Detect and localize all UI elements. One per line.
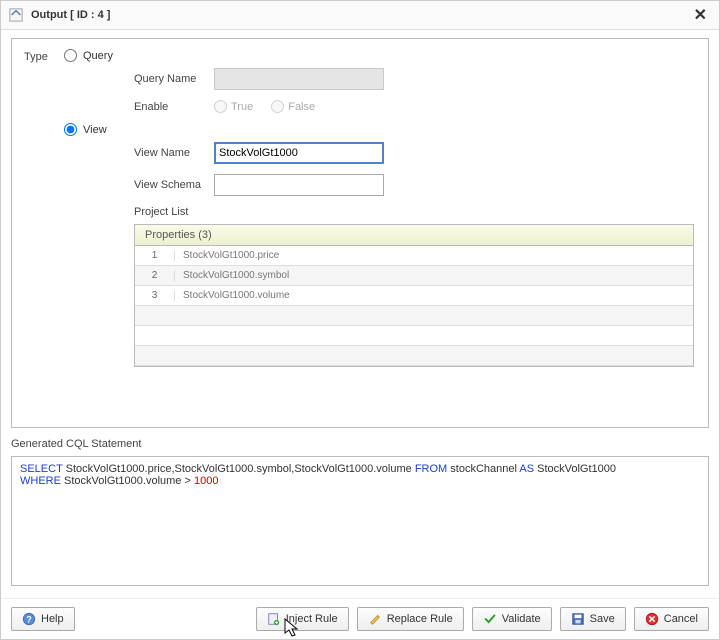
generated-label: Generated CQL Statement [11,438,709,450]
footer: ? Help Inject Rule Replace Rule Validate [1,598,719,639]
type-label: Type [24,49,64,63]
radio-enable-true [214,100,227,113]
view-name-label: View Name [134,147,214,159]
query-name-label: Query Name [134,73,214,85]
view-schema-input[interactable] [214,174,384,196]
titlebar: Output [ ID : 4 ] ✕ [1,1,719,30]
svg-text:?: ? [26,615,31,625]
view-schema-label: View Schema [134,179,214,191]
grid-header: Properties (3) [135,225,693,246]
query-name-input [214,68,384,90]
replace-icon [368,612,382,626]
validate-icon [483,612,497,626]
table-row[interactable]: 3StockVolGt1000.volume [135,286,693,306]
content-area: Type Query Query Name Enable [1,30,719,598]
cancel-button[interactable]: Cancel [634,607,709,631]
output-dialog: Output [ ID : 4 ] ✕ Type Query Query Nam… [0,0,720,640]
project-list-grid: Properties (3) 1StockVolGt1000.price2Sto… [134,224,694,367]
radio-query[interactable] [64,49,77,62]
query-fields: Query Name Enable True False [134,68,696,113]
type-panel: Type Query Query Name Enable [11,38,709,428]
project-list-label: Project List [134,206,696,218]
table-row [135,326,693,346]
view-name-input[interactable] [214,142,384,164]
radio-view-label: View [83,124,107,136]
home-icon[interactable] [9,7,25,23]
inject-icon [267,612,281,626]
radio-enable-false [271,100,284,113]
close-button[interactable]: ✕ [690,5,711,25]
enable-false: False [271,100,315,113]
enable-label: Enable [134,101,214,113]
radio-query-label: Query [83,50,113,62]
table-row [135,306,693,326]
replace-rule-button[interactable]: Replace Rule [357,607,464,631]
table-row [135,346,693,366]
radio-view[interactable] [64,123,77,136]
type-option-view[interactable]: View [64,123,696,136]
help-button[interactable]: ? Help [11,607,75,631]
view-fields: View Name View Schema Project List Prope… [134,142,696,367]
inject-rule-button[interactable]: Inject Rule [256,607,349,631]
dialog-title: Output [ ID : 4 ] [31,9,690,21]
save-button[interactable]: Save [560,607,626,631]
save-icon [571,612,585,626]
cancel-icon [645,612,659,626]
table-row[interactable]: 2StockVolGt1000.symbol [135,266,693,286]
cql-statement[interactable]: SELECT StockVolGt1000.price,StockVolGt10… [11,456,709,586]
help-icon: ? [22,612,36,626]
generated-cql-panel: Generated CQL Statement SELECT StockVolG… [11,438,709,586]
validate-button[interactable]: Validate [472,607,552,631]
table-row[interactable]: 1StockVolGt1000.price [135,246,693,266]
enable-true: True [214,100,253,113]
type-option-query[interactable]: Query [64,49,696,62]
